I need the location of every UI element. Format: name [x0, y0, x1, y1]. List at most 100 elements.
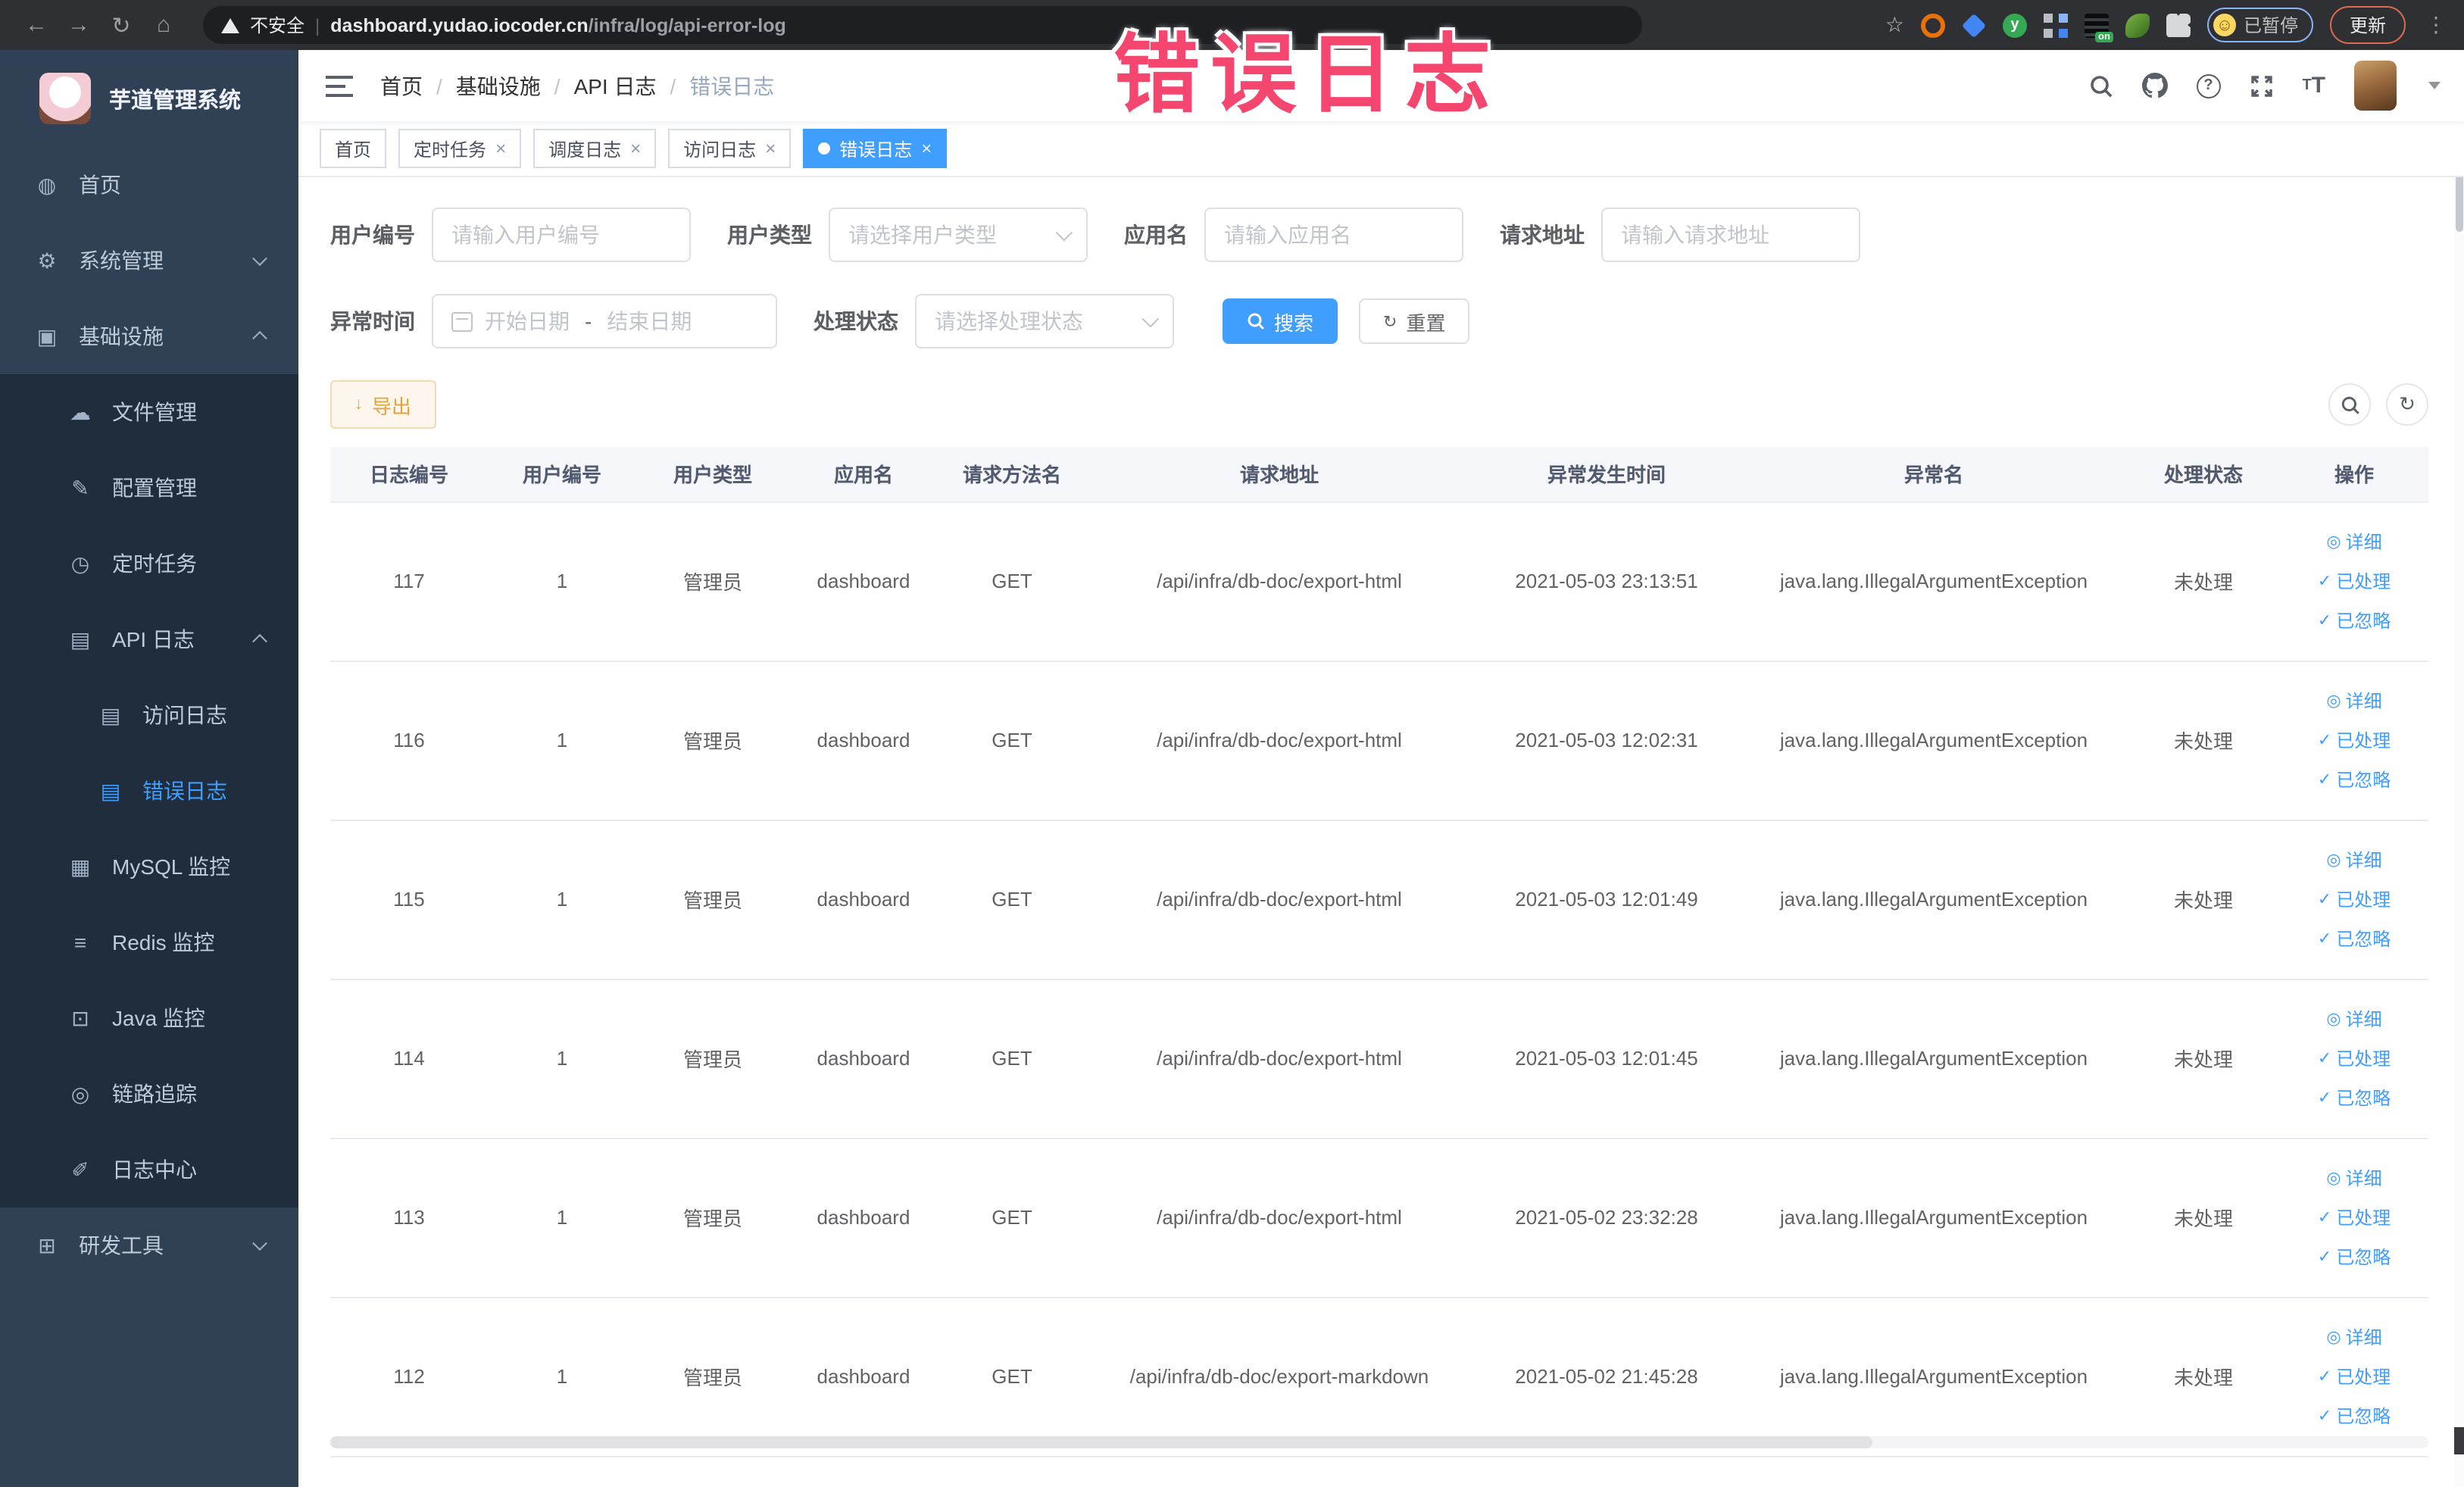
cell-user_type: 管理员 — [636, 1138, 789, 1298]
search-icon[interactable] — [2088, 73, 2113, 98]
horizontal-scrollbar[interactable] — [330, 1436, 2428, 1448]
sidebar-item-label: 错误日志 — [142, 779, 227, 803]
filter-row-1: 用户编号 请输入用户编号 用户类型 请选择用户类型 应用名 请输入应用名 请求地址 请输入请求… — [330, 208, 2428, 262]
extension-switch-icon[interactable]: on — [2084, 13, 2113, 42]
sidebar-item-Redis-监控[interactable]: ≡ Redis 监控 — [0, 904, 298, 980]
action-已处理[interactable]: ✓ 已处理 — [2318, 727, 2391, 753]
action-已忽略[interactable]: ✓ 已忽略 — [2318, 1244, 2391, 1270]
forward-icon[interactable]: → — [58, 12, 100, 38]
action-已处理[interactable]: ✓ 已处理 — [2318, 1204, 2391, 1230]
sidebar-item-定时任务[interactable]: ◷ 定时任务 — [0, 526, 298, 601]
export-button[interactable]: ↓ 导出 — [330, 380, 436, 429]
action-详细[interactable]: ◎ 详细 — [2326, 529, 2381, 555]
action-已处理[interactable]: ✓ 已处理 — [2318, 1364, 2391, 1389]
sidebar-item-链路追踪[interactable]: ◎ 链路追踪 — [0, 1056, 298, 1132]
action-详细[interactable]: ◎ 详细 — [2326, 1006, 2381, 1032]
address-bar[interactable]: 不安全 | dashboard.yudao.iocoder.cn/infra/l… — [203, 6, 1642, 44]
close-icon[interactable]: × — [630, 138, 641, 159]
filter-form: 用户编号 请输入用户编号 用户类型 请选择用户类型 应用名 请输入应用名 请求地址 请输入请求… — [330, 208, 2428, 348]
extensions-puzzle-icon[interactable] — [2166, 13, 2191, 37]
user-avatar[interactable] — [2354, 61, 2397, 111]
user-caret-down-icon[interactable] — [2428, 82, 2441, 89]
cell-time: 2021-05-03 12:01:45 — [1472, 979, 1741, 1139]
sidebar-item-访问日志[interactable]: ▤ 访问日志 — [0, 677, 298, 753]
extension-y-icon[interactable]: y — [2002, 13, 2027, 37]
vertical-scrollbar[interactable] — [2454, 50, 2464, 1487]
check-icon: ✓ — [2317, 1407, 2332, 1426]
close-icon[interactable]: × — [495, 138, 506, 159]
用户编号-input[interactable]: 请输入用户编号 — [432, 208, 691, 262]
action-已处理[interactable]: ✓ 已处理 — [2318, 886, 2391, 912]
breadcrumb-item[interactable]: 基础设施 — [456, 70, 541, 101]
sidebar-item-API-日志[interactable]: ▤ API 日志 — [0, 601, 298, 677]
action-label: 已忽略 — [2336, 929, 2391, 950]
close-icon[interactable]: × — [765, 138, 776, 159]
profile-paused-button[interactable]: ☺ 已暂停 — [2206, 8, 2313, 42]
sidebar-item-配置管理[interactable]: ✎ 配置管理 — [0, 450, 298, 526]
action-已忽略[interactable]: ✓ 已忽略 — [2318, 608, 2391, 633]
action-详细[interactable]: ◎ 详细 — [2326, 1324, 2381, 1350]
help-icon[interactable]: ? — [2196, 73, 2221, 98]
异常时间-daterange[interactable]: 开始日期 - 结束日期 — [432, 294, 777, 348]
fullscreen-icon[interactable] — [2249, 73, 2273, 98]
action-已忽略[interactable]: ✓ 已忽略 — [2318, 1085, 2391, 1111]
action-已忽略[interactable]: ✓ 已忽略 — [2318, 767, 2391, 792]
sidebar-item-Java-监控[interactable]: ⊡ Java 监控 — [0, 980, 298, 1056]
sidebar-item-研发工具[interactable]: ⊞ 研发工具 — [0, 1207, 298, 1283]
sidebar-toggle-icon[interactable] — [326, 75, 353, 96]
toggle-search-button[interactable] — [2328, 383, 2371, 426]
close-icon[interactable]: × — [921, 138, 932, 159]
chevron-down-icon — [1141, 310, 1160, 328]
reset-button[interactable]: ↻ 重置 — [1359, 298, 1470, 344]
action-详细[interactable]: ◎ 详细 — [2326, 847, 2381, 873]
sidebar-item-基础设施[interactable]: ▣ 基础设施 — [0, 298, 298, 374]
column-header-exception: 异常名 — [1741, 447, 2127, 502]
extension-orange-icon[interactable] — [1920, 13, 1945, 37]
sidebar-item-错误日志[interactable]: ▤ 错误日志 — [0, 753, 298, 829]
home-icon[interactable]: ⌂ — [142, 12, 185, 38]
tab-访问日志[interactable]: 访问日志 × — [668, 129, 792, 168]
sidebar-item-系统管理[interactable]: ⚙ 系统管理 — [0, 223, 298, 298]
action-详细[interactable]: ◎ 详细 — [2326, 1165, 2381, 1191]
sidebar-item-MySQL-监控[interactable]: ▦ MySQL 监控 — [0, 829, 298, 904]
action-详细[interactable]: ◎ 详细 — [2326, 688, 2381, 714]
bookmark-star-icon[interactable]: ☆ — [1885, 12, 1904, 38]
back-icon[interactable]: ← — [15, 12, 58, 38]
github-icon[interactable] — [2141, 73, 2168, 98]
tab-首页[interactable]: 首页 — [320, 129, 387, 168]
cell-id: 116 — [330, 661, 488, 820]
tab-调度日志[interactable]: 调度日志 × — [533, 129, 657, 168]
breadcrumb-item[interactable]: 首页 — [380, 70, 423, 101]
browser-menu-icon[interactable]: ⋮ — [2422, 12, 2450, 38]
sidebar-item-日志中心[interactable]: ✐ 日志中心 — [0, 1132, 298, 1207]
reload-icon[interactable]: ↻ — [100, 11, 142, 39]
tab-错误日志[interactable]: 错误日志 × — [803, 129, 948, 168]
row-actions: ◎ 详细 ✓ 已处理 ✓ 已忽略 — [2286, 529, 2422, 633]
breadcrumb-item[interactable]: API 日志 — [574, 70, 657, 101]
action-已忽略[interactable]: ✓ 已忽略 — [2318, 1403, 2391, 1429]
tab-label: 首页 — [335, 139, 372, 160]
extension-gem-icon[interactable] — [1961, 12, 1987, 38]
horizontal-scrollbar-thumb[interactable] — [330, 1436, 1872, 1448]
sidebar-logo[interactable]: 芋道管理系统 — [0, 50, 298, 147]
action-已处理[interactable]: ✓ 已处理 — [2318, 1045, 2391, 1071]
action-已忽略[interactable]: ✓ 已忽略 — [2318, 926, 2391, 951]
extension-grid-icon[interactable] — [2043, 13, 2068, 37]
refresh-button[interactable]: ↻ — [2386, 383, 2428, 426]
用户类型-select[interactable]: 请选择用户类型 — [829, 208, 1088, 262]
tab-定时任务[interactable]: 定时任务 × — [398, 129, 522, 168]
search-button[interactable]: 搜索 — [1223, 298, 1338, 344]
font-size-icon[interactable]: TT — [2302, 73, 2325, 98]
应用名-input[interactable]: 请输入应用名 — [1204, 208, 1463, 262]
处理状态-select[interactable]: 请选择处理状态 — [915, 294, 1174, 348]
sidebar-item-label: 配置管理 — [112, 476, 197, 500]
请求地址-input[interactable]: 请输入请求地址 — [1601, 208, 1860, 262]
cell-ops: ◎ 详细 ✓ 已处理 ✓ 已忽略 — [2280, 501, 2428, 661]
sidebar: 芋道管理系统 ◍ 首页 ⚙ 系统管理 ▣ 基础设施 ☁ 文件管理 ✎ 配置管理 ◷ 定时任务 ▤ API … — [0, 50, 298, 1487]
sidebar-item-文件管理[interactable]: ☁ 文件管理 — [0, 374, 298, 450]
extension-leaf-icon[interactable] — [2125, 13, 2150, 37]
action-label: 详细 — [2345, 1327, 2382, 1348]
sidebar-item-首页[interactable]: ◍ 首页 — [0, 147, 298, 223]
update-button[interactable]: 更新 — [2329, 6, 2406, 44]
action-已处理[interactable]: ✓ 已处理 — [2318, 568, 2391, 594]
